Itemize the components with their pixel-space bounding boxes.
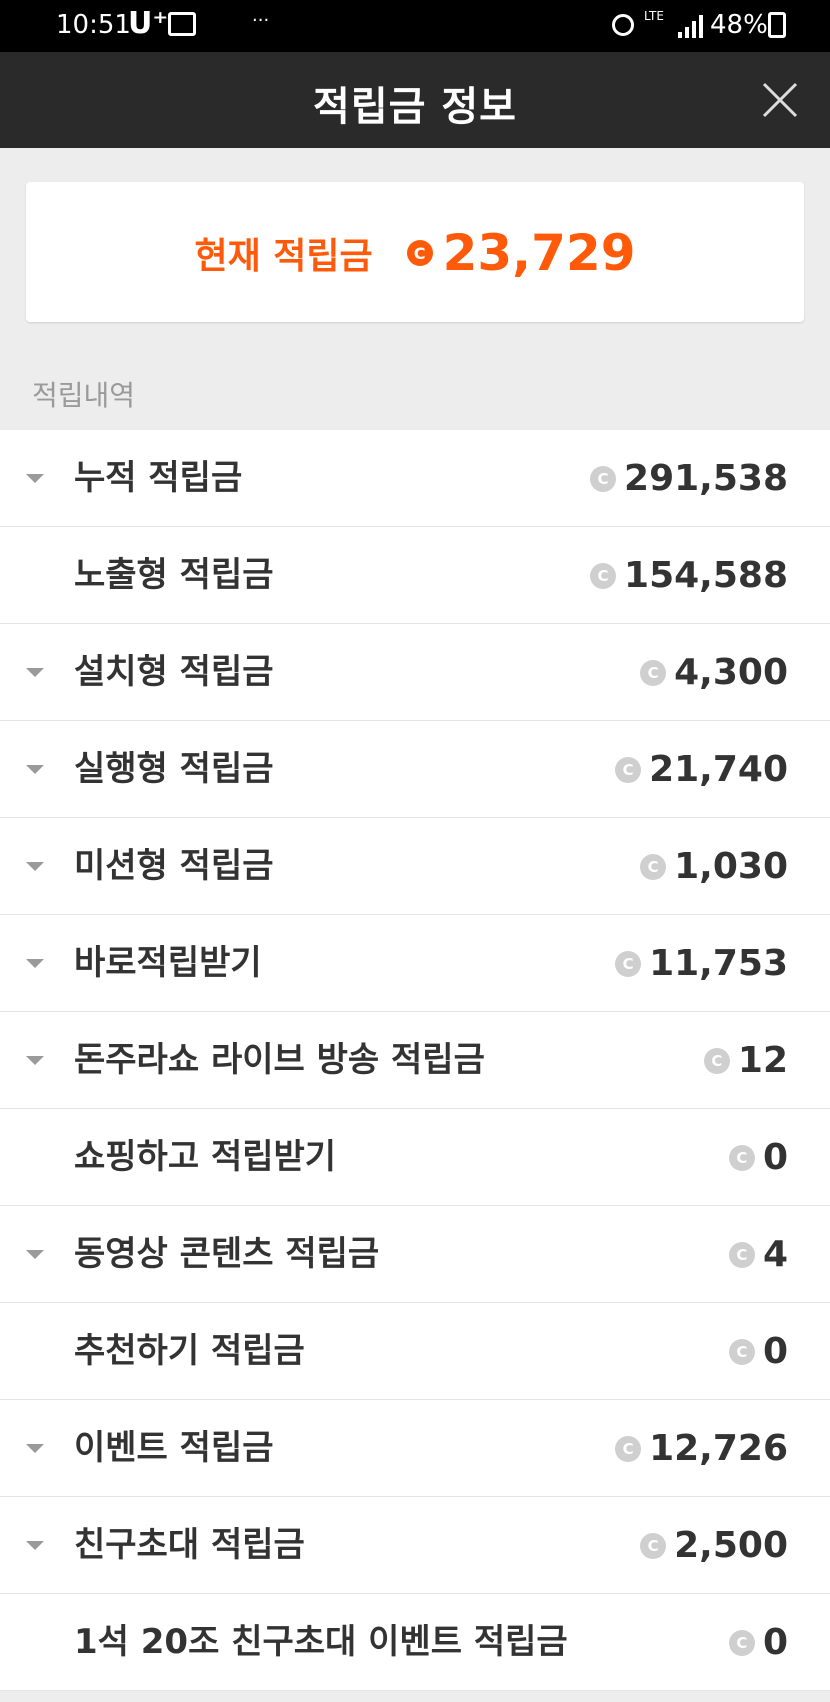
history-list: 누적 적립금 C 291,538 노출형 적립금 C 154,588 설치형 적립금 C 4,3… xyxy=(0,430,830,1691)
coin-icon: C xyxy=(640,853,667,880)
status-bar: 10:51 U⁺ ··· LTE 48% xyxy=(0,0,830,52)
chevron-down-icon[interactable] xyxy=(26,1250,44,1259)
app-header: 적립금 정보 xyxy=(0,52,830,148)
history-row-label: 1석 20조 친구초대 이벤트 적립금 xyxy=(74,1622,568,1662)
history-row-amount: 291,538 xyxy=(624,458,788,499)
history-row[interactable]: 돈주라쇼 라이브 방송 적립금 C 12 xyxy=(0,1012,830,1109)
coin-icon: C xyxy=(640,1532,667,1559)
coin-icon: C xyxy=(615,756,642,783)
history-row-value: C 2,500 xyxy=(640,1497,788,1594)
history-row[interactable]: 누적 적립금 C 291,538 xyxy=(0,430,830,527)
history-row[interactable]: 미션형 적립금 C 1,030 xyxy=(0,818,830,915)
chevron-down-icon[interactable] xyxy=(26,668,44,677)
history-row-value: C4 xyxy=(728,1206,788,1303)
history-row[interactable]: 친구초대 적립금 C 2,500 xyxy=(0,1497,830,1594)
history-row[interactable]: 이벤트 적립금 C 12,726 xyxy=(0,1400,830,1497)
history-row-label: 추천하기 적립금 xyxy=(74,1331,305,1371)
chevron-down-icon[interactable] xyxy=(26,1444,44,1453)
history-row-value: C 4,300 xyxy=(640,624,788,721)
page-title: 적립금 정보 xyxy=(313,84,517,130)
coin-icon: C xyxy=(728,1338,755,1365)
history-row-label: 미션형 적립금 xyxy=(74,846,274,886)
history-row-value: C 154,588 xyxy=(590,527,788,624)
history-row-amount: 154,588 xyxy=(624,555,788,596)
coin-icon: C xyxy=(728,1144,755,1171)
history-row-value: C0 xyxy=(728,1109,788,1206)
status-time: 10:51 xyxy=(56,10,131,40)
history-row-value: C 1,030 xyxy=(640,818,788,915)
more-notifications-icon: ··· xyxy=(252,10,270,31)
history-row-amount: 2,500 xyxy=(674,1525,788,1566)
history-row-label: 친구초대 적립금 xyxy=(74,1525,305,1565)
history-row-value: C 12 xyxy=(703,1012,788,1109)
coin-icon: C xyxy=(640,659,667,686)
chevron-down-icon[interactable] xyxy=(26,862,44,871)
current-balance-card: 현재 적립금 C 23,729 xyxy=(26,182,804,322)
coin-icon: C xyxy=(615,1435,642,1462)
history-row-amount: 1,030 xyxy=(674,846,788,887)
coin-icon: C xyxy=(728,1629,755,1656)
chevron-down-icon[interactable] xyxy=(26,765,44,774)
history-row-value: C 12,726 xyxy=(615,1400,788,1497)
history-row[interactable]: 바로적립받기 C 11,753 xyxy=(0,915,830,1012)
history-row-label: 쇼핑하고 적립받기 xyxy=(74,1137,337,1177)
history-row[interactable]: 설치형 적립금 C 4,300 xyxy=(0,624,830,721)
chevron-down-icon[interactable] xyxy=(26,1056,44,1065)
coin-icon: C xyxy=(590,465,617,492)
history-row-amount: 4 xyxy=(762,1234,788,1275)
current-balance-amount: 23,729 xyxy=(442,224,636,282)
history-row-amount: 12 xyxy=(737,1040,788,1081)
lte-icon: LTE xyxy=(644,9,664,23)
history-row-label: 실행형 적립금 xyxy=(74,749,274,789)
battery-icon xyxy=(768,12,786,38)
carrier-lte-icon xyxy=(168,12,196,36)
history-row[interactable]: 1석 20조 친구초대 이벤트 적립금 C 0 xyxy=(0,1594,830,1691)
history-row[interactable]: 쇼핑하고 적립받기 C 0 xyxy=(0,1109,830,1206)
history-row-label: 동영상 콘텐츠 적립금 xyxy=(74,1234,380,1274)
history-row-amount: 4,300 xyxy=(674,652,788,693)
history-row[interactable]: 추천하기 적립금 C 0 xyxy=(0,1303,830,1400)
history-row-label: 바로적립받기 xyxy=(74,943,262,983)
history-row-label: 노출형 적립금 xyxy=(74,555,274,595)
chevron-down-icon[interactable] xyxy=(26,959,44,968)
coin-icon: C xyxy=(615,950,642,977)
carrier-logo: U⁺ xyxy=(128,6,169,41)
history-row-value: C 11,753 xyxy=(615,915,788,1012)
history-row-label: 이벤트 적립금 xyxy=(74,1428,274,1468)
history-row-value: C0 xyxy=(728,1303,788,1400)
history-row-amount: 21,740 xyxy=(649,749,788,790)
battery-percent: 48% xyxy=(710,10,768,40)
history-row-amount: 11,753 xyxy=(649,943,788,984)
history-row-label: 누적 적립금 xyxy=(74,458,243,498)
history-row-amount: 0 xyxy=(762,1331,788,1372)
current-balance-label: 현재 적립금 xyxy=(194,236,373,277)
history-row-value: C 291,538 xyxy=(590,430,788,527)
chevron-down-icon[interactable] xyxy=(26,1541,44,1550)
history-row-amount: 0 xyxy=(762,1137,788,1178)
history-row[interactable]: 동영상 콘텐츠 적립금 C 4 xyxy=(0,1206,830,1303)
alarm-icon xyxy=(612,14,634,36)
history-row-label: 설치형 적립금 xyxy=(74,652,274,692)
coin-icon: C xyxy=(728,1241,755,1268)
history-row-label: 돈주라쇼 라이브 방송 적립금 xyxy=(74,1040,485,1080)
history-row[interactable]: 노출형 적립금 C 154,588 xyxy=(0,527,830,624)
section-title: 적립내역 xyxy=(32,379,136,412)
history-row-value: C 21,740 xyxy=(615,721,788,818)
coin-icon: C xyxy=(590,562,617,589)
history-row-amount: 0 xyxy=(762,1622,788,1663)
chevron-down-icon[interactable] xyxy=(26,474,44,483)
history-row-value: C0 xyxy=(728,1594,788,1691)
history-row-amount: 12,726 xyxy=(649,1428,788,1469)
coin-icon: C xyxy=(406,240,433,266)
coin-icon: C xyxy=(703,1047,730,1074)
close-icon[interactable] xyxy=(756,76,804,124)
history-row[interactable]: 실행형 적립금 C 21,740 xyxy=(0,721,830,818)
signal-icon xyxy=(678,15,703,38)
